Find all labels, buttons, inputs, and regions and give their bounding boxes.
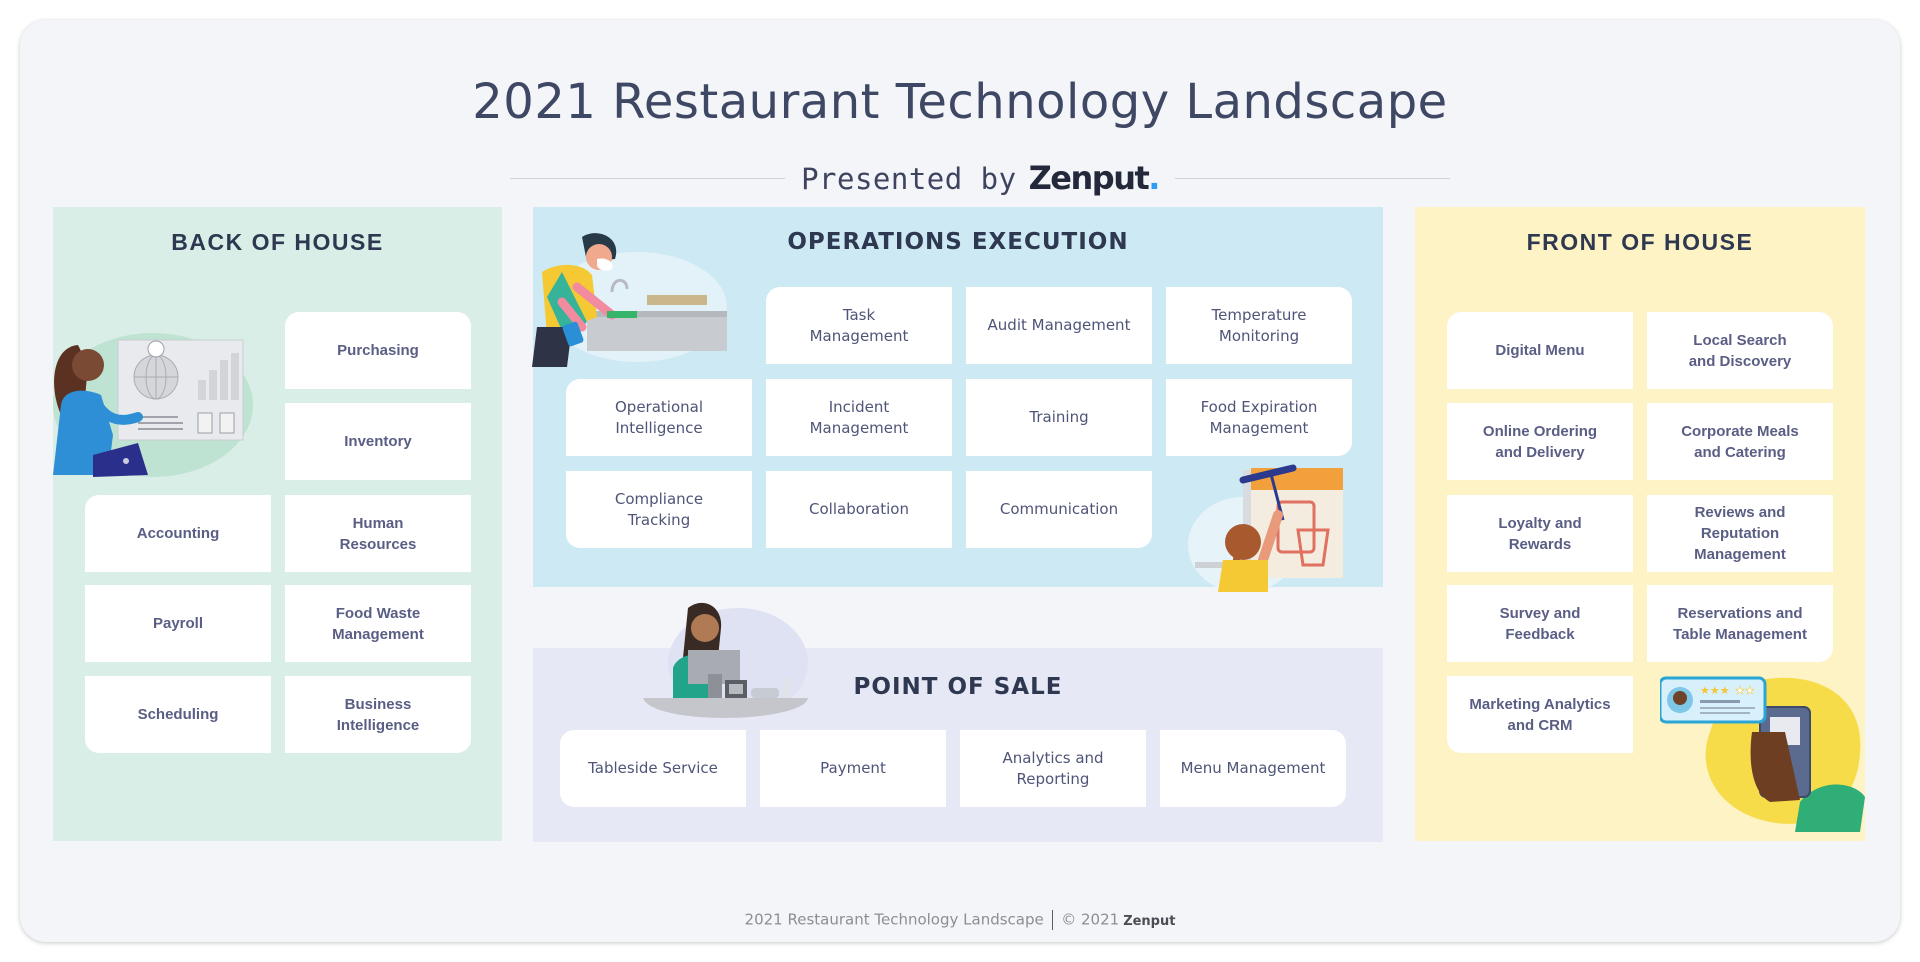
footer-brand: Zenput (1123, 913, 1176, 929)
footer-copyright: © 2021 (1061, 910, 1120, 929)
section-title: BACK OF HOUSE (171, 229, 384, 255)
svg-text:★★★: ★★★ (1700, 684, 1730, 697)
category-card[interactable]: Reservations and Table Management (1647, 585, 1833, 662)
category-card[interactable]: Digital Menu (1447, 312, 1633, 389)
divider-left (510, 177, 786, 179)
category-card[interactable]: Communication (966, 471, 1152, 548)
category-card[interactable]: Scheduling (85, 676, 271, 753)
section-back-of-house: BACK OF HOUSE Purchasing Inventory Accou… (53, 207, 502, 841)
zenput-logo: Zenput. (1028, 159, 1161, 197)
category-card[interactable]: Tableside Service (560, 730, 746, 807)
section-point-of-sale: POINT OF SALE Tableside Service Payment … (533, 602, 1383, 842)
category-card[interactable]: Online Ordering and Delivery (1447, 403, 1633, 480)
category-card[interactable]: Accounting (85, 495, 271, 572)
category-card[interactable]: Payment (760, 730, 946, 807)
category-card[interactable]: Inventory (285, 403, 471, 480)
footer-text: 2021 Restaurant Technology Landscape (744, 910, 1044, 929)
category-card[interactable]: Collaboration (766, 471, 952, 548)
section-operations-execution: OPERATIONS EXECUTION Task Management Aud… (532, 207, 1383, 592)
category-card[interactable]: Payroll (85, 585, 271, 662)
category-card[interactable]: Purchasing (285, 312, 471, 389)
presented-by-label: Presented by (801, 162, 1017, 196)
cashier-at-pos-terminal-icon (643, 602, 808, 718)
category-card[interactable]: Human Resources (285, 495, 471, 572)
category-card[interactable]: Audit Management (966, 287, 1152, 364)
category-card[interactable]: Local Search and Discovery (1647, 312, 1833, 389)
category-card[interactable]: Operational Intelligence (566, 379, 752, 456)
category-card[interactable]: Compliance Tracking (566, 471, 752, 548)
worker-cleaning-counter-icon (532, 233, 727, 367)
worker-hanging-poster-icon (1188, 464, 1343, 592)
section-front-of-house: FRONT OF HOUSE Digital Menu Local Search… (1415, 207, 1865, 841)
svg-text:★★: ★★ (1735, 684, 1755, 697)
category-card[interactable]: Training (966, 379, 1152, 456)
category-card[interactable]: Loyalty and Rewards (1447, 495, 1633, 572)
category-card[interactable]: Food Expiration Management (1166, 379, 1352, 456)
review-stars: ★★★ ★★ (1700, 684, 1755, 698)
footer: 2021 Restaurant Technology Landscape © 20… (20, 910, 1900, 930)
category-card[interactable]: Temperature Monitoring (1166, 287, 1352, 364)
infographic-frame: 2021 Restaurant Technology Landscape Pre… (20, 20, 1900, 942)
category-card[interactable]: Survey and Feedback (1447, 585, 1633, 662)
category-card[interactable]: Menu Management (1160, 730, 1346, 807)
footer-separator (1051, 910, 1054, 930)
category-card[interactable]: Marketing Analytics and CRM (1447, 676, 1633, 753)
phone-review-icon: ★★★ ★★ (1660, 676, 1865, 832)
category-card[interactable]: Reviews and Reputation Management (1647, 495, 1833, 572)
category-card[interactable]: Incident Management (766, 379, 952, 456)
category-card[interactable]: Business Intelligence (285, 676, 471, 753)
category-card[interactable]: Task Management (766, 287, 952, 364)
section-title: FRONT OF HOUSE (1526, 229, 1754, 255)
presented-by-row: Presented by Zenput. (510, 158, 1450, 198)
category-card[interactable]: Food Waste Management (285, 585, 471, 662)
category-card[interactable]: Analytics and Reporting (960, 730, 1146, 807)
divider-right (1174, 177, 1450, 179)
page-title: 2021 Restaurant Technology Landscape (472, 74, 1448, 130)
category-card[interactable]: Corporate Meals and Catering (1647, 403, 1833, 480)
woman-with-laptop-dashboard-icon (53, 333, 253, 477)
section-title: POINT OF SALE (853, 674, 1063, 700)
